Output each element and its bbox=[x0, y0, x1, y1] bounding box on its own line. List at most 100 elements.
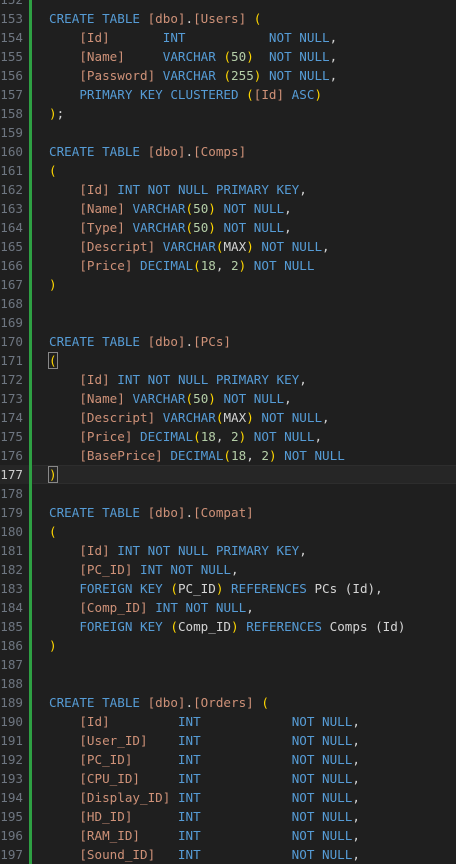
code-token: [Price] bbox=[79, 258, 133, 273]
code-text: ); bbox=[49, 104, 64, 123]
code-line[interactable]: 159 bbox=[0, 123, 456, 142]
code-text: ) bbox=[48, 465, 58, 484]
code-token: ) bbox=[208, 391, 216, 406]
code-line[interactable]: 187 bbox=[0, 655, 456, 674]
code-token: INT bbox=[117, 543, 148, 558]
code-token: ) bbox=[268, 448, 277, 463]
code-line[interactable]: 179 CREATE TABLE [dbo].[Compat] bbox=[0, 503, 456, 522]
code-line[interactable]: 190 [Id] INT NOT NULL, bbox=[0, 712, 456, 731]
code-token: ) bbox=[231, 619, 239, 634]
code-line[interactable]: 167) bbox=[0, 275, 456, 294]
code-token: [PC_ID] bbox=[79, 562, 133, 577]
code-line[interactable]: 189 CREATE TABLE [dbo].[Orders] ( bbox=[0, 693, 456, 712]
code-token: 18 bbox=[231, 448, 247, 463]
code-line[interactable]: 176 [BasePrice] DECIMAL(18, 2) NOT NULL bbox=[0, 446, 456, 465]
code-text: CREATE TABLE [dbo].[PCs] bbox=[49, 332, 231, 351]
code-line[interactable]: 181 [Id] INT NOT NULL PRIMARY KEY, bbox=[0, 541, 456, 560]
code-line[interactable]: 154 [Id] INT NOT NULL, bbox=[0, 28, 456, 47]
code-token: ) bbox=[246, 49, 254, 64]
line-number: 166 bbox=[0, 258, 23, 273]
code-line[interactable]: 168 bbox=[0, 294, 456, 313]
code-line[interactable]: 155 [Name] VARCHAR (50) NOT NULL, bbox=[0, 47, 456, 66]
code-token: [Comp_ID] bbox=[79, 600, 148, 615]
line-number: 172 bbox=[0, 372, 23, 387]
code-line[interactable]: 184 [Comp_ID] INT NOT NULL, bbox=[0, 598, 456, 617]
code-line[interactable]: 177) bbox=[0, 465, 456, 484]
code-line[interactable]: 195 [HD_ID] INT NOT NULL, bbox=[0, 807, 456, 826]
code-line[interactable]: 174 [Descript] VARCHAR(MAX) NOT NULL, bbox=[0, 408, 456, 427]
code-text: [Id] INT NOT NULL, bbox=[49, 712, 360, 731]
code-line[interactable]: 178 bbox=[0, 484, 456, 503]
code-text: [Id] INT NOT NULL PRIMARY KEY, bbox=[49, 180, 307, 199]
code-text: [User_ID] INT NOT NULL, bbox=[49, 731, 360, 750]
code-token: 2 bbox=[231, 258, 239, 273]
code-token: VARCHAR bbox=[162, 49, 224, 64]
code-line[interactable]: 152 bbox=[0, 0, 456, 9]
code-text: [HD_ID] INT NOT NULL, bbox=[49, 807, 360, 826]
code-token: NOT NULL bbox=[291, 790, 353, 805]
line-number: 175 bbox=[0, 429, 23, 444]
git-change-indicator bbox=[29, 0, 32, 9]
code-text: [Type] VARCHAR(50) NOT NULL, bbox=[49, 218, 291, 237]
code-token: , bbox=[352, 828, 360, 843]
code-token: INT bbox=[177, 771, 201, 786]
code-token: [Password] bbox=[79, 68, 156, 83]
code-token: , bbox=[231, 562, 239, 577]
code-line[interactable]: 172 [Id] INT NOT NULL PRIMARY KEY, bbox=[0, 370, 456, 389]
code-line[interactable]: 165 [Descript] VARCHAR(MAX) NOT NULL, bbox=[0, 237, 456, 256]
code-line[interactable]: 169 bbox=[0, 313, 456, 332]
code-line[interactable]: 194 [Display_ID] INT NOT NULL, bbox=[0, 788, 456, 807]
code-line[interactable]: 185 FOREIGN KEY (Comp_ID) REFERENCES Com… bbox=[0, 617, 456, 636]
code-line[interactable]: 166 [Price] DECIMAL(18, 2) NOT NULL bbox=[0, 256, 456, 275]
code-token: PC_ID bbox=[177, 581, 216, 596]
code-line[interactable]: 171 ( bbox=[0, 351, 456, 370]
code-line[interactable]: 156 [Password] VARCHAR (255) NOT NULL, bbox=[0, 66, 456, 85]
code-line[interactable]: 196 [RAM_ID] INT NOT NULL, bbox=[0, 826, 456, 845]
code-text: [Password] VARCHAR (255) NOT NULL, bbox=[49, 66, 337, 85]
code-token: ; bbox=[56, 106, 65, 121]
code-token: [dbo] bbox=[147, 144, 186, 159]
line-number: 192 bbox=[0, 752, 23, 767]
code-line[interactable]: 161 ( bbox=[0, 161, 456, 180]
code-line[interactable]: 162 [Id] INT NOT NULL PRIMARY KEY, bbox=[0, 180, 456, 199]
code-token: NOT NULL bbox=[170, 562, 232, 577]
code-line[interactable]: 163 [Name] VARCHAR(50) NOT NULL, bbox=[0, 199, 456, 218]
code-token: ( bbox=[49, 524, 57, 539]
code-token: , bbox=[284, 391, 292, 406]
code-token: [Orders] bbox=[193, 695, 254, 710]
code-editor[interactable]: 152153CREATE TABLE [dbo].[Users] (154 [I… bbox=[0, 0, 456, 864]
code-line[interactable]: 191 [User_ID] INT NOT NULL, bbox=[0, 731, 456, 750]
line-number: 178 bbox=[0, 486, 23, 501]
code-token: CREATE TABLE bbox=[49, 144, 148, 159]
git-change-indicator bbox=[29, 731, 32, 750]
code-line[interactable]: 183 FOREIGN KEY (PC_ID) REFERENCES PCs (… bbox=[0, 579, 456, 598]
code-line[interactable]: 164 [Type] VARCHAR(50) NOT NULL, bbox=[0, 218, 456, 237]
git-change-indicator bbox=[29, 617, 32, 636]
code-line[interactable]: 175 [Price] DECIMAL(18, 2) NOT NULL, bbox=[0, 427, 456, 446]
code-token: FOREIGN KEY bbox=[79, 581, 171, 596]
code-line[interactable]: 170 CREATE TABLE [dbo].[PCs] bbox=[0, 332, 456, 351]
code-line[interactable]: 153 CREATE TABLE [dbo].[Users] ( bbox=[0, 9, 456, 28]
code-line[interactable]: 157 PRIMARY KEY CLUSTERED ([Id] ASC) bbox=[0, 85, 456, 104]
code-line[interactable]: 192 [PC_ID] INT NOT NULL, bbox=[0, 750, 456, 769]
code-line[interactable]: 193 [CPU_ID] INT NOT NULL, bbox=[0, 769, 456, 788]
code-line[interactable]: 197 [Sound_ID] INT NOT NULL, bbox=[0, 845, 456, 864]
git-change-indicator bbox=[29, 769, 32, 788]
code-line[interactable]: 182 [PC_ID] INT NOT NULL, bbox=[0, 560, 456, 579]
line-number: 196 bbox=[0, 828, 23, 843]
code-line[interactable]: 186) bbox=[0, 636, 456, 655]
code-line[interactable]: 158); bbox=[0, 104, 456, 123]
git-change-indicator bbox=[29, 674, 32, 693]
code-line[interactable]: 180 ( bbox=[0, 522, 456, 541]
code-token: NOT NULL bbox=[268, 68, 330, 83]
code-line[interactable]: 188 bbox=[0, 674, 456, 693]
code-line[interactable]: 173 [Name] VARCHAR(50) NOT NULL, bbox=[0, 389, 456, 408]
code-line[interactable]: 160 CREATE TABLE [dbo].[Comps] bbox=[0, 142, 456, 161]
